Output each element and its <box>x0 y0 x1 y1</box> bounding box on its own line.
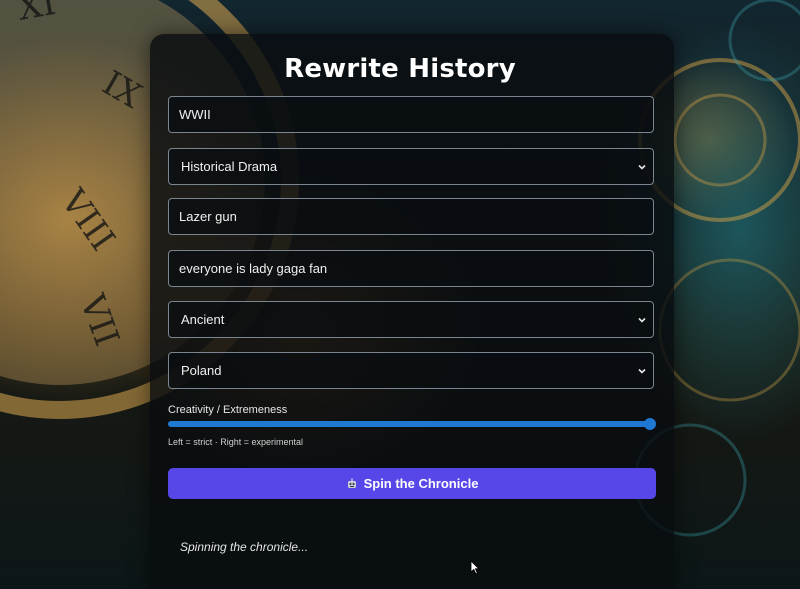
creativity-slider-hint: Left = strict · Right = experimental <box>168 437 304 447</box>
spin-chronicle-button[interactable]: Spin the Chronicle <box>168 468 656 499</box>
creativity-slider-fill <box>168 421 654 427</box>
event-input[interactable]: WWII <box>168 96 654 133</box>
twist-input[interactable]: Lazer gun <box>168 198 654 235</box>
mouse-pointer-icon <box>470 560 480 579</box>
chevron-down-icon <box>637 162 647 172</box>
event-input-value: WWII <box>179 107 211 122</box>
era-select[interactable]: Ancient <box>168 301 654 338</box>
genre-select[interactable]: Historical Drama <box>168 148 654 185</box>
location-select[interactable]: Poland <box>168 352 654 389</box>
chevron-down-icon <box>637 366 647 376</box>
creativity-slider-thumb[interactable] <box>644 418 656 430</box>
status-message: Spinning the chronicle... <box>180 540 309 554</box>
detail-input-value: everyone is lady gaga fan <box>179 261 328 276</box>
twist-input-value: Lazer gun <box>179 209 237 224</box>
robot-icon <box>346 478 358 490</box>
creativity-slider[interactable] <box>168 418 656 430</box>
genre-select-value: Historical Drama <box>181 159 278 174</box>
creativity-slider-label: Creativity / Extremeness <box>168 404 288 416</box>
page-title: Rewrite History <box>284 54 516 84</box>
spin-chronicle-button-label: Spin the Chronicle <box>363 476 479 491</box>
location-select-value: Poland <box>181 363 222 378</box>
era-select-value: Ancient <box>181 312 225 327</box>
chevron-down-icon <box>637 315 647 325</box>
detail-input[interactable]: everyone is lady gaga fan <box>168 250 654 287</box>
